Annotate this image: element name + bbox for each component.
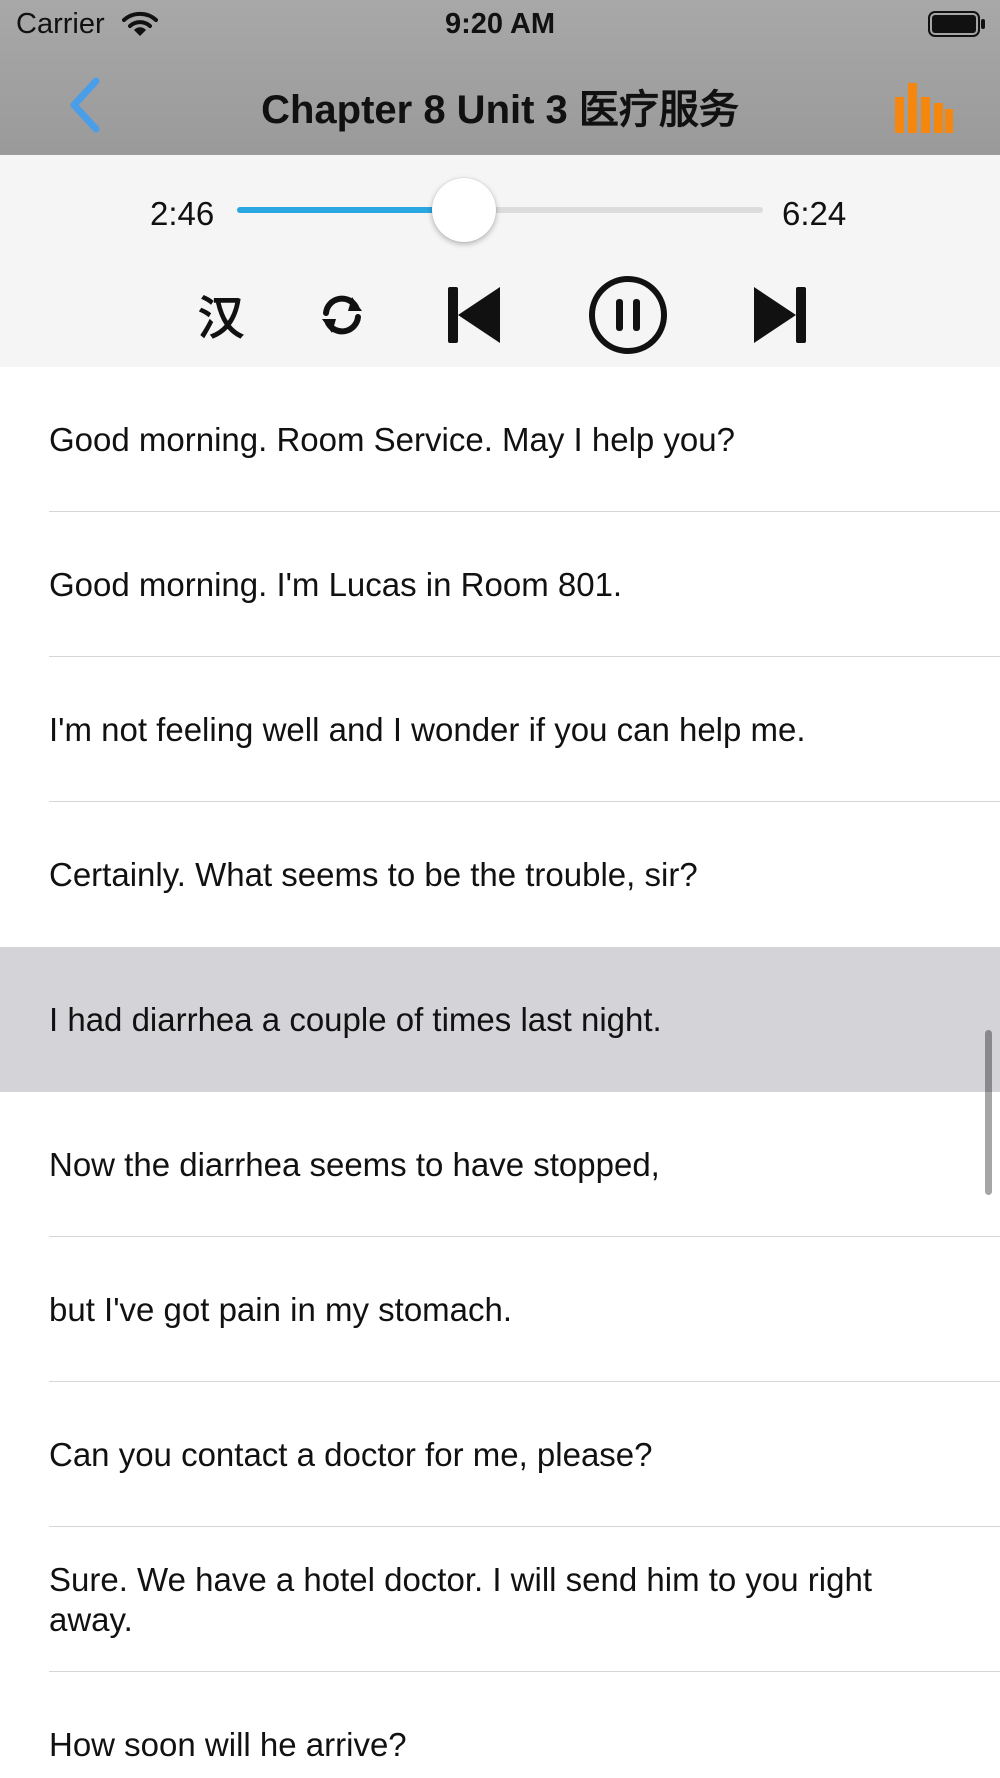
- transcript-line[interactable]: Now the diarrhea seems to have stopped,: [0, 1092, 1000, 1237]
- slider-thumb[interactable]: [432, 178, 497, 242]
- nav-bar: Chapter 8 Unit 3 医疗服务: [0, 55, 1000, 155]
- slider-fill: [237, 207, 465, 213]
- equalizer-bars-icon[interactable]: [895, 83, 953, 133]
- pause-circle-icon: [589, 276, 667, 354]
- transcript-line-text: Sure. We have a hotel doctor. I will sen…: [49, 1560, 872, 1638]
- transcript-line-text: Good morning. I'm Lucas in Room 801.: [49, 565, 623, 603]
- transcript-line-text: Now the diarrhea seems to have stopped,: [49, 1145, 660, 1183]
- transcript-line-text: Good morning. Room Service. May I help y…: [49, 420, 735, 458]
- transcript-line-text: but I've got pain in my stomach.: [49, 1290, 513, 1328]
- transcript-line-text: Can you contact a doctor for me, please?: [49, 1435, 653, 1473]
- transcript-line[interactable]: Can you contact a doctor for me, please?: [0, 1382, 1000, 1527]
- transcript-line-active[interactable]: I had diarrhea a couple of times last ni…: [0, 947, 1000, 1092]
- transcript-line-text: Certainly. What seems to be the trouble,…: [49, 855, 698, 893]
- status-bar: Carrier 9:20 AM: [0, 0, 1000, 50]
- scroll-indicator[interactable]: [985, 1030, 992, 1195]
- previous-button[interactable]: [444, 273, 504, 357]
- transcript-line-text: I had diarrhea a couple of times last ni…: [49, 1000, 662, 1038]
- transcript-line-text: I'm not feeling well and I wonder if you…: [49, 710, 806, 748]
- transcript-list[interactable]: Good morning. Room Service. May I help y…: [0, 367, 1000, 1778]
- progress-slider[interactable]: [237, 178, 763, 242]
- transcript-line[interactable]: but I've got pain in my stomach.: [0, 1237, 1000, 1382]
- elapsed-time: 2:46: [150, 195, 215, 232]
- repeat-icon: [322, 295, 362, 335]
- transcript-line[interactable]: Good morning. I'm Lucas in Room 801.: [0, 512, 1000, 657]
- transcript-line[interactable]: I'm not feeling well and I wonder if you…: [0, 657, 1000, 802]
- chinese-toggle-button[interactable]: 汉: [190, 273, 252, 357]
- transcript-line-text: How soon will he arrive?: [49, 1725, 407, 1763]
- total-time: 6:24: [782, 195, 847, 232]
- page-title: Chapter 8 Unit 3 医疗服务: [261, 88, 739, 132]
- audio-player: 2:46 6:24 汉: [0, 155, 1000, 367]
- battery-icon: [928, 11, 985, 37]
- skip-next-icon: [754, 287, 806, 343]
- status-time: 9:20 AM: [444, 8, 556, 40]
- transcript-line[interactable]: Sure. We have a hotel doctor. I will sen…: [0, 1527, 1000, 1672]
- transcript-line[interactable]: Good morning. Room Service. May I help y…: [0, 367, 1000, 512]
- skip-previous-icon: [448, 287, 500, 343]
- transcript-line[interactable]: Certainly. What seems to be the trouble,…: [0, 802, 1000, 947]
- next-button[interactable]: [750, 273, 810, 357]
- pause-button[interactable]: [586, 273, 670, 357]
- top-bar: Carrier 9:20 AM Chapter 8 Unit 3 医疗服务: [0, 0, 1000, 155]
- loop-button[interactable]: [312, 273, 372, 357]
- transcript-line[interactable]: How soon will he arrive?: [0, 1672, 1000, 1778]
